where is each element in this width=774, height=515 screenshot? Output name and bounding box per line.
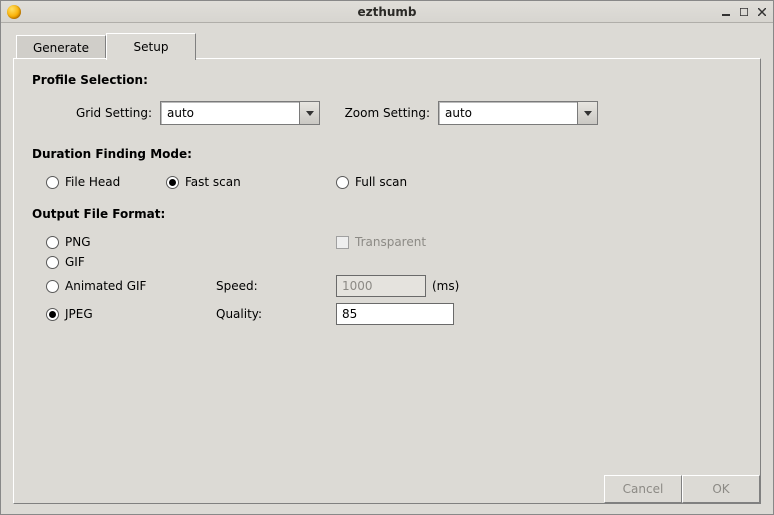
window-title: ezthumb bbox=[1, 5, 773, 19]
radio-fast-scan[interactable]: Fast scan bbox=[166, 175, 336, 189]
dialog-footer: Cancel OK bbox=[604, 475, 760, 503]
tab-setup[interactable]: Setup bbox=[106, 33, 196, 60]
radio-circle-icon bbox=[46, 256, 59, 269]
radio-label: GIF bbox=[65, 255, 85, 269]
cancel-button[interactable]: Cancel bbox=[604, 475, 682, 503]
radio-circle-icon bbox=[46, 176, 59, 189]
speed-label: Speed: bbox=[216, 279, 336, 293]
radio-circle-icon bbox=[46, 308, 59, 321]
button-label: OK bbox=[712, 482, 729, 496]
radio-label: File Head bbox=[65, 175, 120, 189]
zoom-setting-value: auto bbox=[439, 106, 577, 120]
checkbox-transparent[interactable]: Transparent bbox=[336, 235, 426, 249]
tab-label: Setup bbox=[134, 40, 169, 54]
duration-heading: Duration Finding Mode: bbox=[32, 147, 742, 161]
checkbox-label: Transparent bbox=[355, 235, 426, 249]
minimize-icon[interactable] bbox=[721, 7, 731, 17]
output-heading: Output File Format: bbox=[32, 207, 742, 221]
radio-label: JPEG bbox=[65, 307, 93, 321]
radio-label: Animated GIF bbox=[65, 279, 146, 293]
radio-circle-icon bbox=[166, 176, 179, 189]
zoom-setting-label: Zoom Setting: bbox=[320, 106, 430, 120]
speed-input[interactable] bbox=[336, 275, 426, 297]
radio-label: Fast scan bbox=[185, 175, 241, 189]
tab-generate[interactable]: Generate bbox=[16, 35, 106, 59]
tabstrip: Generate Setup bbox=[16, 33, 761, 59]
tab-label: Generate bbox=[33, 41, 89, 55]
app-window: ezthumb Generate Setup Profile Selection… bbox=[0, 0, 774, 515]
zoom-setting-combo[interactable]: auto bbox=[438, 101, 598, 125]
quality-label: Quality: bbox=[216, 307, 336, 321]
radio-label: Full scan bbox=[355, 175, 407, 189]
checkbox-box-icon bbox=[336, 236, 349, 249]
radio-full-scan[interactable]: Full scan bbox=[336, 175, 407, 189]
speed-unit: (ms) bbox=[432, 279, 459, 293]
close-icon[interactable] bbox=[757, 7, 767, 17]
content-area: Generate Setup Profile Selection: Grid S… bbox=[1, 23, 773, 514]
radio-circle-icon bbox=[46, 236, 59, 249]
radio-gif[interactable]: GIF bbox=[46, 255, 85, 269]
button-label: Cancel bbox=[623, 482, 664, 496]
grid-setting-label: Grid Setting: bbox=[62, 106, 152, 120]
quality-input[interactable] bbox=[336, 303, 454, 325]
radio-file-head[interactable]: File Head bbox=[46, 175, 166, 189]
chevron-down-icon[interactable] bbox=[299, 102, 319, 124]
radio-png[interactable]: PNG bbox=[46, 235, 336, 249]
grid-setting-combo[interactable]: auto bbox=[160, 101, 320, 125]
titlebar: ezthumb bbox=[1, 1, 773, 23]
radio-jpeg[interactable]: JPEG bbox=[46, 307, 216, 321]
radio-animated-gif[interactable]: Animated GIF bbox=[46, 279, 216, 293]
window-controls bbox=[721, 7, 767, 17]
ok-button[interactable]: OK bbox=[682, 475, 760, 503]
radio-circle-icon bbox=[336, 176, 349, 189]
chevron-down-icon[interactable] bbox=[577, 102, 597, 124]
maximize-icon[interactable] bbox=[739, 7, 749, 17]
tab-panel-setup: Profile Selection: Grid Setting: auto Zo… bbox=[13, 58, 761, 504]
grid-setting-value: auto bbox=[161, 106, 299, 120]
profile-heading: Profile Selection: bbox=[32, 73, 742, 87]
radio-label: PNG bbox=[65, 235, 91, 249]
radio-circle-icon bbox=[46, 280, 59, 293]
